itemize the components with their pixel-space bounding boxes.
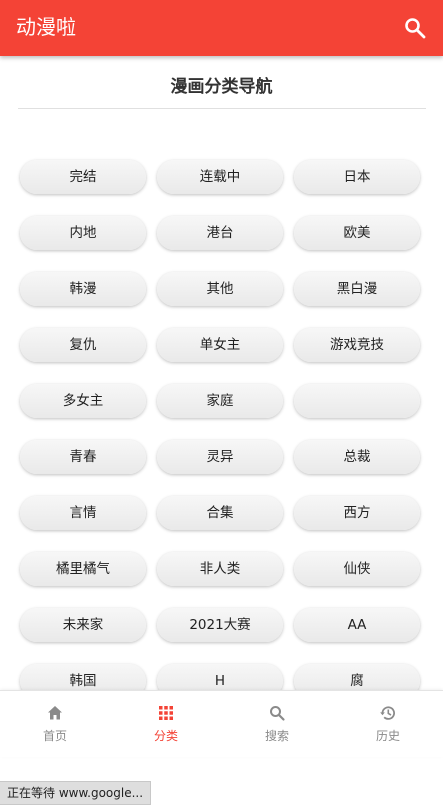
app-title: 动漫啦 <box>16 15 76 39</box>
category-chip[interactable]: 言情 <box>20 496 146 530</box>
category-chip[interactable]: 欧美 <box>294 216 420 250</box>
category-chip[interactable]: 游戏竞技 <box>294 328 420 362</box>
category-chip[interactable]: 韩漫 <box>20 272 146 306</box>
search-icon <box>405 18 426 39</box>
section-divider <box>18 108 426 109</box>
category-chip[interactable]: 西方 <box>294 496 420 530</box>
category-chip[interactable]: 总裁 <box>294 440 420 474</box>
category-chip[interactable]: 家庭 <box>157 384 283 418</box>
browser-status-bar: 正在等待 www.google... <box>0 781 152 805</box>
category-chip[interactable]: 内地 <box>20 216 146 250</box>
grid-icon <box>159 706 173 720</box>
nav-label-search: 搜索 <box>264 729 289 743</box>
nav-label-home: 首页 <box>42 729 67 743</box>
nav-item-category[interactable]: 分类 <box>111 691 221 757</box>
category-chip[interactable]: 仙侠 <box>294 552 420 586</box>
category-chip[interactable]: 单女主 <box>157 328 283 362</box>
category-chip[interactable]: 非人类 <box>157 552 283 586</box>
category-chip[interactable]: 黑白漫 <box>294 272 420 306</box>
nav-item-home[interactable]: 首页 <box>0 691 110 757</box>
category-chip[interactable]: 青春 <box>20 440 146 474</box>
nav-item-history[interactable]: 历史 <box>333 691 443 757</box>
category-chip[interactable]: 日本 <box>294 160 420 194</box>
category-chip[interactable]: 多女主 <box>20 384 146 418</box>
category-chip[interactable]: 未来家 <box>20 608 146 642</box>
section-title: 漫画分类导航 <box>170 77 273 97</box>
search-icon <box>270 706 285 721</box>
category-chip[interactable] <box>294 384 420 418</box>
category-chip[interactable]: 灵异 <box>157 440 283 474</box>
header-search-button[interactable] <box>403 16 427 40</box>
category-chip[interactable]: 合集 <box>157 496 283 530</box>
category-chip[interactable]: AA <box>294 608 420 642</box>
bottom-nav: 首页 分类 搜索 历史 <box>0 690 443 757</box>
app-bar: 动漫啦 <box>0 0 443 56</box>
category-chip[interactable]: 复仇 <box>20 328 146 362</box>
nav-label-history: 历史 <box>375 729 400 743</box>
category-chip[interactable]: 连载中 <box>157 160 283 194</box>
category-chip[interactable]: 港台 <box>157 216 283 250</box>
category-chip[interactable]: 橘里橘气 <box>20 552 146 586</box>
category-chip[interactable]: 2021大赛 <box>157 608 283 642</box>
nav-item-search[interactable]: 搜索 <box>222 691 332 757</box>
history-icon <box>380 706 395 720</box>
nav-label-category: 分类 <box>153 729 178 743</box>
home-icon <box>48 706 62 720</box>
category-chip[interactable]: 其他 <box>157 272 283 306</box>
category-chip[interactable]: 完结 <box>20 160 146 194</box>
